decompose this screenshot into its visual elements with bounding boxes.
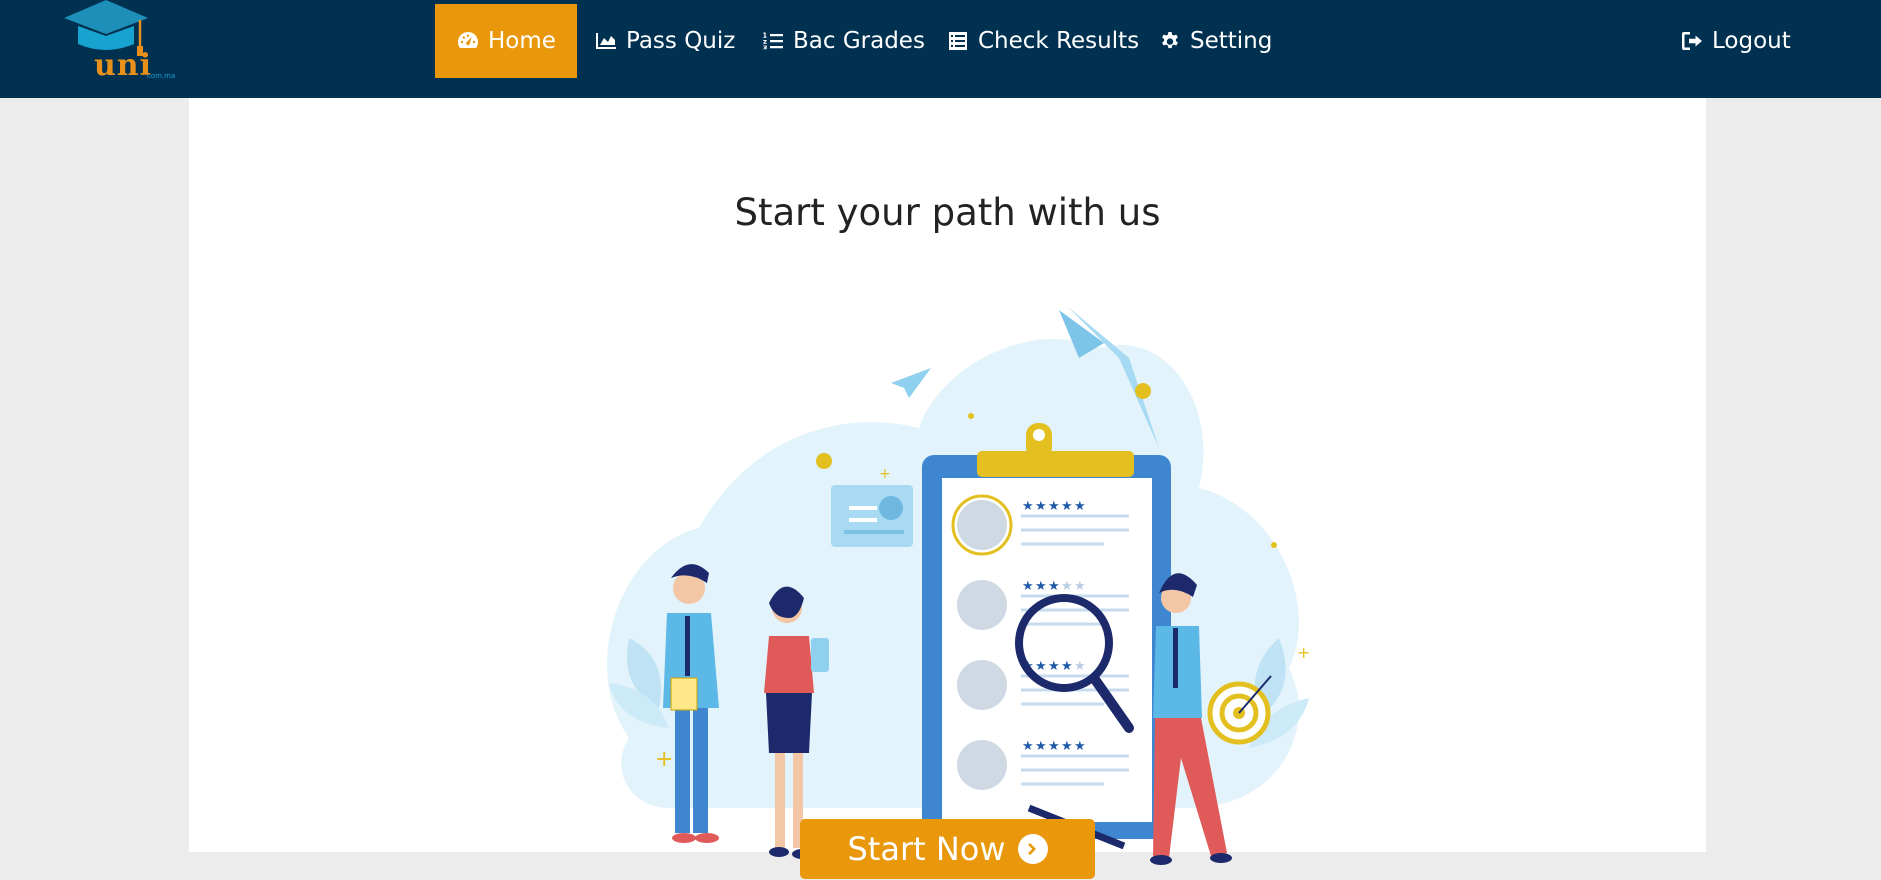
logo-domain: com.ma: [147, 72, 176, 80]
nav-logout[interactable]: Logout: [1680, 4, 1791, 78]
rating-star: ★: [1022, 739, 1034, 754]
nav-check-results-label: Check Results: [978, 28, 1140, 54]
rating-star: ★: [1048, 739, 1060, 754]
rating-star: ★: [1061, 659, 1073, 674]
start-now-button[interactable]: Start Now: [800, 819, 1095, 879]
rating-star: ★: [1035, 579, 1047, 594]
main-content: Start your path with us + + + ★ ★ ★ ★ ★ …: [189, 98, 1706, 879]
nav-home-label: Home: [488, 28, 556, 54]
tachometer-icon: [458, 32, 478, 48]
site-logo[interactable]: uni com.ma: [62, 0, 182, 86]
hero-illustration: + + + ★ ★ ★ ★ ★★ ★ ★ ★ ★★ ★ ★ ★ ★★ ★ ★ ★ ★: [606, 306, 1310, 865]
rating-star: ★: [1022, 499, 1034, 514]
nav-check-results[interactable]: Check Results: [946, 4, 1139, 78]
rating-star: ★: [1035, 739, 1047, 754]
rating-star: ★: [1048, 579, 1060, 594]
list-alt-icon: [949, 32, 967, 50]
svg-text:+: +: [879, 466, 891, 482]
start-now-label: Start Now: [847, 830, 1006, 868]
rating-star: ★: [1035, 659, 1047, 674]
nav-setting-label: Setting: [1190, 28, 1273, 54]
nav-setting[interactable]: Setting: [1158, 4, 1272, 78]
logo-wordmark: uni: [94, 48, 153, 83]
rating-star: ★: [1048, 659, 1060, 674]
rating-star: ★: [1074, 499, 1086, 514]
svg-text:+: +: [655, 747, 673, 772]
sign-out-icon: [1682, 32, 1702, 50]
nav-pass-quiz[interactable]: Pass Quiz: [594, 4, 735, 78]
top-navbar: uni com.ma Home Pass Quiz Bac Grades Che…: [0, 0, 1881, 98]
rating-star: ★: [1061, 579, 1073, 594]
nav-bac-grades[interactable]: Bac Grades: [761, 4, 925, 78]
rating-star: ★: [1035, 499, 1047, 514]
nav-logout-label: Logout: [1712, 28, 1791, 54]
rating-star: ★: [1061, 499, 1073, 514]
rating-star: ★: [1022, 579, 1034, 594]
rating-star: ★: [1074, 739, 1086, 754]
numbered-list-icon: [763, 32, 783, 50]
arrow-circle-right-icon: [1017, 834, 1048, 864]
rating-star: ★: [1074, 579, 1086, 594]
area-chart-icon: [596, 33, 616, 49]
nav-home[interactable]: Home: [435, 4, 577, 78]
gear-icon: [1162, 32, 1178, 49]
page-headline: Start your path with us: [734, 191, 1161, 234]
nav-pass-quiz-label: Pass Quiz: [626, 28, 736, 54]
rating-star: ★: [1061, 739, 1073, 754]
rating-star: ★: [1048, 499, 1060, 514]
rating-star: ★: [1074, 659, 1086, 674]
svg-text:+: +: [1297, 643, 1310, 662]
nav-bac-grades-label: Bac Grades: [793, 28, 925, 54]
